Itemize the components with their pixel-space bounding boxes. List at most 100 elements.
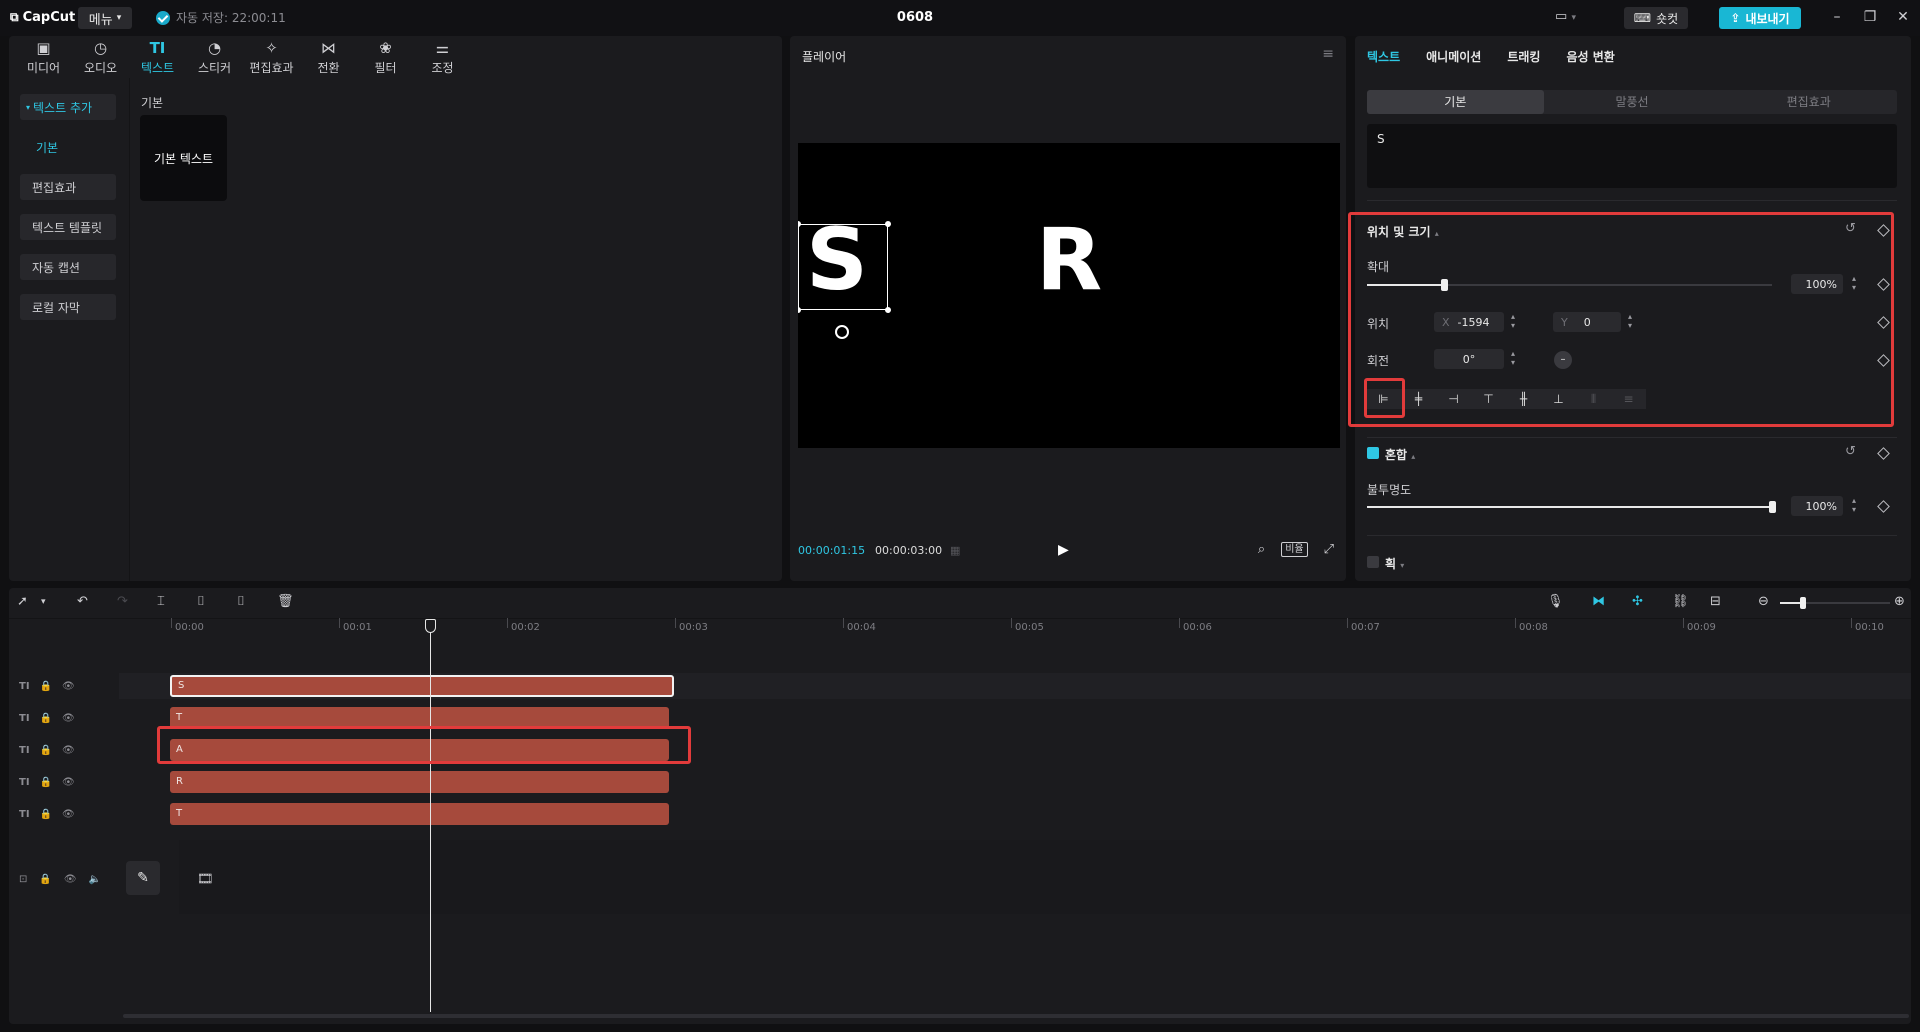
blend-checkbox[interactable] — [1367, 447, 1379, 459]
stepper-icon[interactable]: ▴ ▾ — [1624, 312, 1636, 332]
side-item-basic[interactable]: 기본 — [20, 134, 116, 160]
ratio-button[interactable]: 비율 — [1281, 542, 1308, 557]
microphone-icon[interactable]: 🎙 — [1547, 594, 1564, 609]
tab-effects[interactable]: ✧ 편집효과 — [243, 36, 300, 78]
split-right-icon[interactable]: ⌷ — [237, 594, 245, 609]
resize-handle[interactable] — [885, 221, 891, 227]
lock-icon[interactable]: 🔒 — [40, 777, 52, 788]
position-x-field[interactable]: X -1594 — [1434, 312, 1504, 332]
scale-value-field[interactable]: 100% — [1791, 274, 1843, 294]
video-preview[interactable]: S R — [798, 143, 1340, 448]
blend-title[interactable]: 혼합 ▴ — [1385, 446, 1415, 463]
link-icon[interactable]: ⛓ — [1672, 594, 1689, 609]
side-item-effects[interactable]: 편집효과 — [20, 174, 116, 200]
tab-tracking[interactable]: 트래킹 — [1507, 48, 1540, 65]
export-button[interactable]: ⇪ 내보내기 — [1719, 7, 1801, 29]
reset-icon[interactable]: ↺ — [1845, 221, 1856, 236]
tab-filter[interactable]: ❀ 필터 — [357, 36, 414, 78]
rotation-dial-icon[interactable]: – — [1554, 351, 1572, 369]
tab-audio[interactable]: ◷ 오디오 — [72, 36, 129, 78]
position-y-field[interactable]: Y 0 — [1553, 312, 1621, 332]
eye-icon[interactable]: 👁 — [62, 809, 75, 820]
eye-icon[interactable]: 👁 — [64, 874, 77, 885]
lock-icon[interactable]: 🔒 — [40, 681, 52, 692]
subtab-basic[interactable]: 기본 — [1367, 90, 1544, 114]
default-text-card[interactable]: 기본 텍스트 — [140, 115, 227, 201]
minimize-icon[interactable]: – — [1827, 9, 1847, 25]
split-icon[interactable]: ⌶ — [157, 594, 165, 609]
zoom-out-icon[interactable]: ⊖ — [1758, 594, 1769, 609]
tab-transition[interactable]: ⋈ 전환 — [300, 36, 357, 78]
text-clip[interactable]: T — [170, 803, 669, 825]
tab-voice-change[interactable]: 음성 변환 — [1566, 48, 1614, 65]
lock-icon[interactable]: 🔒 — [40, 745, 52, 756]
stroke-title[interactable]: 획 ▾ — [1385, 555, 1404, 572]
text-clip[interactable]: S — [170, 675, 674, 697]
distribute-h-icon[interactable]: ⦀ — [1576, 389, 1611, 409]
text-content-input[interactable]: S — [1367, 124, 1897, 188]
stroke-checkbox[interactable] — [1367, 556, 1379, 568]
lock-icon[interactable]: 🔒 — [39, 874, 51, 885]
tab-animation[interactable]: 애니메이션 — [1426, 48, 1481, 65]
tab-adjust[interactable]: ⚌ 조정 — [414, 36, 471, 78]
preview-axis-icon[interactable]: ⊟ — [1710, 594, 1721, 609]
restore-icon[interactable]: ❐ — [1860, 9, 1880, 25]
eye-icon[interactable]: 👁 — [62, 777, 75, 788]
chevron-down-icon[interactable]: ▾ — [41, 597, 46, 607]
undo-icon[interactable]: ↶ — [77, 594, 88, 609]
resize-handle[interactable] — [798, 307, 801, 313]
reset-icon[interactable]: ↺ — [1845, 444, 1856, 459]
zoom-fit-icon[interactable]: ⌕ — [1258, 542, 1265, 557]
stepper-icon[interactable]: ▴ ▾ — [1848, 496, 1860, 516]
side-item-auto-caption[interactable]: 자동 캡션 — [20, 254, 116, 280]
side-item-add-text[interactable]: ▾ 텍스트 추가 — [20, 94, 116, 120]
tab-text-props[interactable]: 텍스트 — [1367, 48, 1400, 65]
stepper-icon[interactable]: ▴ ▾ — [1848, 274, 1860, 294]
lock-icon[interactable]: 🔒 — [40, 809, 52, 820]
side-item-local-subtitle[interactable]: 로컬 자막 — [20, 294, 116, 320]
select-cursor-icon[interactable]: ➚ — [17, 594, 28, 609]
stepper-icon[interactable]: ▴ ▾ — [1507, 349, 1519, 369]
eye-icon[interactable]: 👁 — [62, 713, 75, 724]
position-size-title[interactable]: 위치 및 크기 ▴ — [1367, 223, 1439, 240]
scale-slider-knob[interactable] — [1440, 279, 1448, 291]
side-item-text-template[interactable]: 텍스트 템플릿 — [20, 214, 116, 240]
eye-icon[interactable]: 👁 — [62, 681, 75, 692]
opacity-slider-knob[interactable] — [1769, 501, 1776, 513]
tab-sticker[interactable]: ◔ 스티커 — [186, 36, 243, 78]
resize-handle[interactable] — [885, 307, 891, 313]
delete-icon[interactable]: 🗑 — [277, 594, 294, 609]
cover-edit-button[interactable]: ✎ — [126, 861, 160, 895]
main-track[interactable] — [179, 840, 1911, 914]
align-middle-v-icon[interactable]: ╫ — [1506, 389, 1541, 409]
shortcut-button[interactable]: ⌨ 숏컷 — [1624, 7, 1688, 29]
speaker-icon[interactable]: 🔈 — [89, 874, 101, 885]
lock-icon[interactable]: 🔒 — [40, 713, 52, 724]
stepper-icon[interactable]: ▴ ▾ — [1507, 312, 1519, 332]
text-clip[interactable]: R — [170, 771, 669, 793]
redo-icon[interactable]: ↷ — [117, 594, 128, 609]
main-track-magnet-icon[interactable]: ⧓ — [1592, 594, 1605, 609]
rotation-field[interactable]: 0° — [1434, 349, 1504, 369]
tab-text[interactable]: TI 텍스트 — [129, 36, 186, 78]
menu-button[interactable]: 메뉴 ▾ — [78, 7, 132, 29]
eye-icon[interactable]: 👁 — [62, 745, 75, 756]
distribute-v-icon[interactable]: ≡ — [1611, 389, 1646, 409]
align-bottom-icon[interactable]: ⊥ — [1541, 389, 1576, 409]
opacity-value-field[interactable]: 100% — [1791, 496, 1843, 516]
timeline-scrollbar[interactable] — [123, 1014, 1909, 1018]
layout-button[interactable]: ▭ ▾ — [1555, 9, 1576, 24]
split-left-icon[interactable]: ⌷ — [197, 594, 205, 609]
align-right-icon[interactable]: ⊣ — [1436, 389, 1471, 409]
play-icon[interactable]: ▶ — [1058, 542, 1069, 558]
playhead-handle[interactable] — [425, 619, 436, 633]
subtab-effects[interactable]: 편집효과 — [1720, 90, 1897, 114]
close-icon[interactable]: ✕ — [1893, 9, 1913, 25]
tab-media[interactable]: ▣ 미디어 — [15, 36, 72, 78]
menu-icon[interactable]: ≡ — [1322, 46, 1334, 62]
playhead[interactable] — [430, 624, 431, 1012]
align-top-icon[interactable]: ⊤ — [1471, 389, 1506, 409]
align-center-h-icon[interactable]: ╪ — [1401, 389, 1436, 409]
fullscreen-icon[interactable]: ⤢ — [1324, 542, 1334, 557]
zoom-in-icon[interactable]: ⊕ — [1894, 594, 1905, 609]
